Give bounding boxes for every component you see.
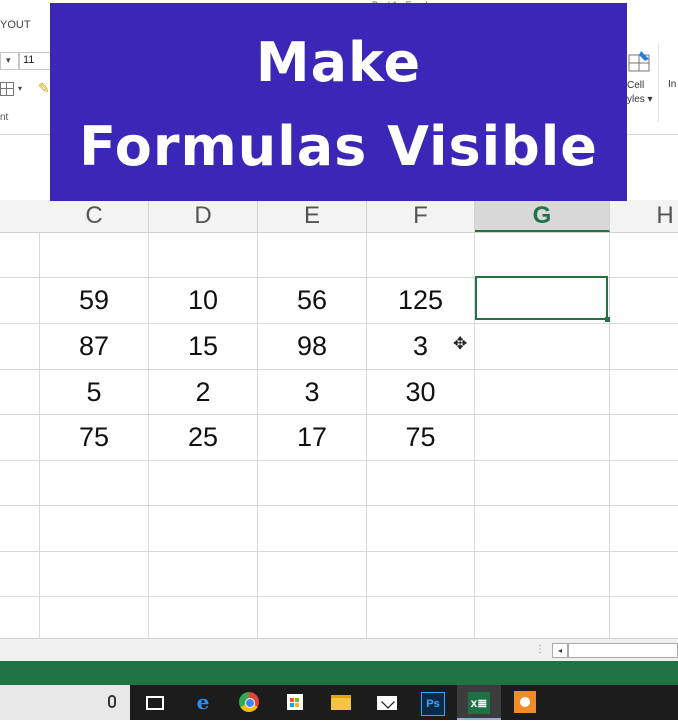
excel-icon[interactable]: x≣ [457, 685, 501, 720]
column-header-d[interactable]: D [149, 200, 258, 232]
grid-line [609, 233, 610, 638]
cell-c-row4[interactable]: 75 [40, 415, 148, 460]
cell-d-row4[interactable]: 25 [149, 415, 257, 460]
cell-d-row2[interactable]: 15 [149, 324, 257, 369]
cell-c-row2[interactable]: 87 [40, 324, 148, 369]
column-header-row: C D E F G H [0, 200, 678, 233]
cell-e-row4[interactable]: 17 [258, 415, 366, 460]
cell-e-row2[interactable]: 98 [258, 324, 366, 369]
fill-color-icon[interactable]: ✎ [38, 80, 50, 97]
cell-styles-label-line1: Cell [627, 80, 645, 91]
chevron-down-icon: ▾ [6, 55, 11, 65]
grid-line [0, 596, 678, 597]
cell-e-row1[interactable]: 56 [258, 278, 366, 323]
horizontal-scrollbar-area: ⋮ ◂ [0, 638, 678, 661]
cell-f-row1[interactable]: 125 [367, 278, 474, 323]
taskbar: e Ps x≣ [0, 685, 678, 720]
column-header-f[interactable]: F [367, 200, 475, 232]
font-group-label: nt [0, 112, 9, 123]
mail-icon[interactable] [365, 685, 409, 720]
microphone-icon[interactable] [90, 685, 134, 720]
font-name-dropdown[interactable]: ▾ [0, 52, 19, 70]
borders-icon[interactable] [0, 82, 14, 96]
column-header-c[interactable]: C [40, 200, 149, 232]
column-header-e[interactable]: E [258, 200, 367, 232]
horizontal-scrollbar[interactable] [568, 643, 678, 658]
cell-cursor-icon: ✥ [453, 334, 468, 353]
cell-d-row3[interactable]: 2 [149, 370, 257, 415]
store-icon[interactable] [273, 685, 317, 720]
tab-page-layout[interactable]: YOUT [0, 19, 31, 31]
worksheet-grid[interactable]: 59 10 56 125 87 15 98 3 5 2 3 30 75 25 1… [0, 233, 678, 638]
cell-f-row4[interactable]: 75 [367, 415, 474, 460]
file-explorer-icon[interactable] [319, 685, 363, 720]
ribbon-separator [658, 44, 659, 122]
status-bar [0, 661, 678, 685]
cell-d-row1[interactable]: 10 [149, 278, 257, 323]
banner-title-line2: Formulas Visible [79, 115, 598, 178]
font-size-dropdown[interactable]: 11 [19, 52, 51, 70]
recorder-icon[interactable] [503, 685, 547, 720]
column-header-g[interactable]: G [475, 200, 610, 232]
insert-button[interactable]: In [668, 79, 676, 90]
cell-c-row1[interactable]: 59 [40, 278, 148, 323]
cell-styles-label-line2: yles ▾ [627, 94, 653, 105]
splitter-handle-icon[interactable]: ⋮ [535, 644, 545, 655]
cell-c-row3[interactable]: 5 [40, 370, 148, 415]
photoshop-icon[interactable]: Ps [411, 685, 455, 720]
task-view-icon[interactable] [133, 685, 177, 720]
grid-line [0, 505, 678, 506]
fill-handle[interactable] [605, 317, 610, 322]
scroll-left-button[interactable]: ◂ [552, 643, 568, 658]
grid-line [0, 460, 678, 461]
cell-styles-button[interactable]: Cell yles ▾ [627, 79, 653, 107]
edge-icon[interactable]: e [181, 685, 225, 720]
borders-dropdown-chevron-icon[interactable]: ▾ [18, 84, 22, 93]
grid-line [0, 551, 678, 552]
banner-title-line1: Make [255, 31, 422, 94]
font-size-value: 11 [23, 54, 35, 66]
chrome-icon[interactable] [227, 685, 271, 720]
cell-f-row3[interactable]: 30 [367, 370, 474, 415]
cell-e-row3[interactable]: 3 [258, 370, 366, 415]
active-cell-g[interactable] [475, 276, 608, 320]
title-banner: Make Formulas Visible [50, 3, 627, 201]
column-header-h[interactable]: H [610, 200, 678, 232]
cell-styles-icon[interactable] [627, 49, 651, 75]
